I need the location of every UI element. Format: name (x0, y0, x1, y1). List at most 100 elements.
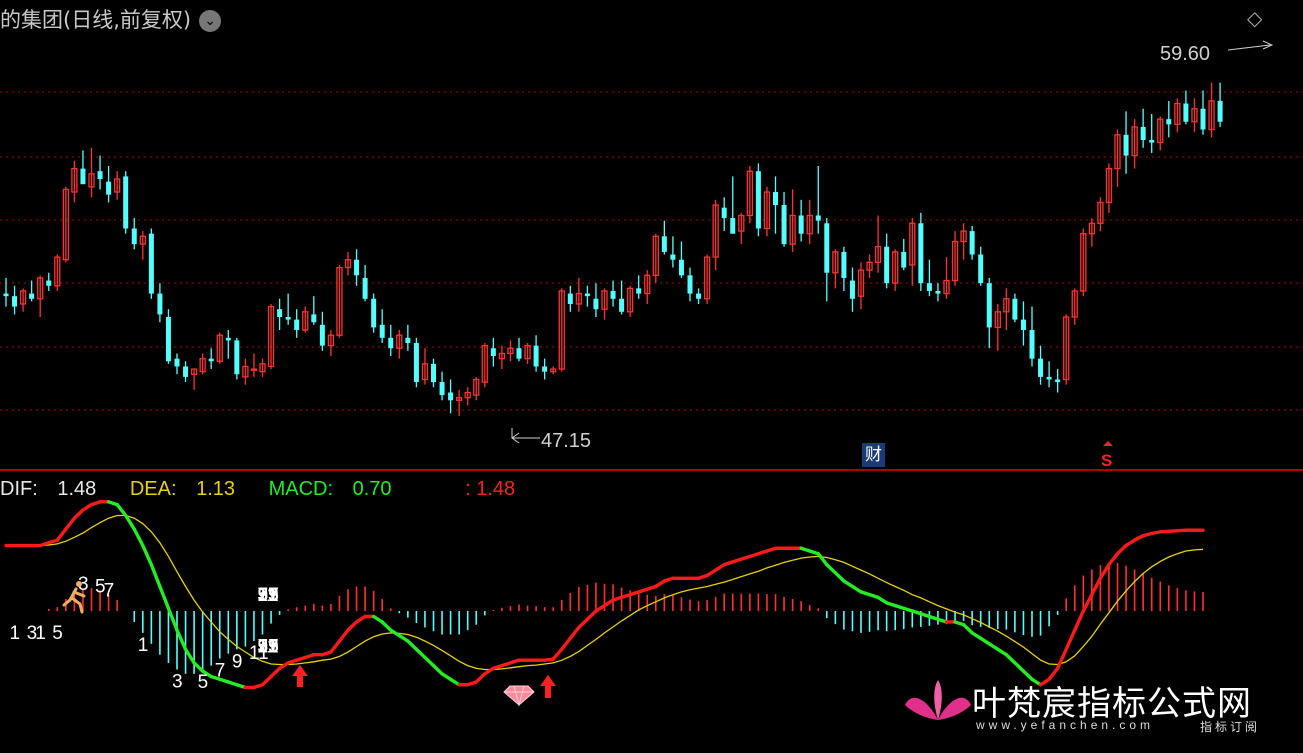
dif-legend: DIF: 1.48 (0, 478, 110, 500)
candle (71, 160, 78, 203)
candle (703, 254, 711, 304)
low-label: 47.15 (541, 430, 591, 452)
dif-segment (585, 609, 598, 621)
histogram-count-labels: 1 31 53 5713 57 9 1113151735791357911357911131… (10, 574, 279, 693)
candle (567, 285, 573, 312)
candle (285, 293, 291, 325)
candle (969, 225, 975, 260)
dif-segment (141, 543, 154, 567)
candle (524, 343, 531, 364)
candle-body (721, 207, 727, 219)
candle (841, 246, 847, 291)
dif-segment (72, 508, 85, 520)
dif-segment (1013, 661, 1026, 673)
candle (678, 241, 684, 278)
dif-segment (183, 647, 196, 665)
candle (1055, 369, 1061, 393)
candle (88, 147, 95, 198)
candle-body (439, 382, 445, 396)
candle-body (935, 290, 941, 294)
count-label: 5 (52, 623, 63, 644)
candle-body (1038, 358, 1044, 377)
candle (627, 285, 634, 317)
candle-body (148, 233, 154, 294)
candle (294, 309, 300, 338)
dif-segment (568, 625, 581, 641)
candle (396, 330, 403, 359)
candle-body (106, 181, 112, 195)
candle (448, 379, 454, 414)
candle (986, 277, 992, 349)
candle-body (969, 231, 975, 255)
candle (636, 275, 642, 299)
count-label: 3 (172, 671, 183, 692)
candle (490, 337, 496, 367)
candle-body (918, 223, 924, 284)
candle (781, 192, 787, 247)
candle (1097, 197, 1104, 232)
macd-label: MACD: (268, 478, 334, 500)
candle (755, 163, 761, 237)
low-arrow-line (511, 428, 540, 439)
candle (250, 353, 258, 377)
candle (439, 371, 445, 401)
candle (1131, 119, 1138, 169)
candle (302, 306, 309, 333)
dif-label: DIF: (0, 478, 38, 500)
candle (1029, 306, 1035, 367)
finance-badge[interactable]: 财 (862, 443, 885, 467)
candle-body (542, 366, 548, 372)
candle (1003, 288, 1010, 331)
candle-body (824, 223, 830, 273)
candle-body (1020, 319, 1026, 331)
candle-body (371, 298, 377, 328)
candle-body (730, 218, 736, 234)
candle (97, 155, 103, 190)
candle (498, 345, 506, 370)
candle-body (815, 215, 821, 221)
candle (824, 218, 830, 302)
candle (481, 343, 488, 388)
candle (106, 166, 112, 203)
candle (644, 270, 651, 304)
candle-body (636, 288, 642, 294)
candle-body (841, 251, 847, 278)
candle-body (183, 366, 189, 377)
candle (507, 340, 514, 362)
candle (943, 257, 950, 299)
dif-segment (115, 502, 128, 518)
dif-segment (269, 666, 282, 679)
dea-value: 1.13 (196, 478, 236, 500)
candle-body (1029, 330, 1035, 359)
dif-segment (816, 552, 829, 567)
candle (139, 231, 146, 260)
candle-body (294, 319, 300, 331)
candle (344, 251, 352, 276)
candle-body (755, 171, 761, 229)
count-label: 1 (138, 635, 149, 656)
candle (131, 218, 137, 250)
dif-segment (551, 647, 564, 661)
candle (1140, 108, 1146, 148)
dif-segment (175, 628, 188, 651)
candle (1217, 82, 1223, 127)
dif-segment (431, 663, 444, 676)
candle (1191, 98, 1198, 133)
price-gridlines (0, 91, 1303, 411)
candle (3, 277, 9, 307)
dif-segment (1107, 552, 1120, 567)
candle (1012, 293, 1018, 323)
candle-body (1123, 134, 1129, 156)
candle (558, 288, 565, 372)
candle (208, 348, 214, 370)
dif-segment (64, 516, 77, 531)
candle (362, 264, 368, 302)
candle-body (208, 358, 214, 362)
dea-legend: DEA: 1.13 (130, 478, 249, 500)
candle (1200, 90, 1206, 135)
s-marker-caret (1103, 441, 1113, 446)
candle (37, 275, 44, 317)
s-marker-label: S (1101, 451, 1112, 470)
candle (1080, 228, 1087, 297)
dif-value: 1.48 (57, 478, 97, 500)
